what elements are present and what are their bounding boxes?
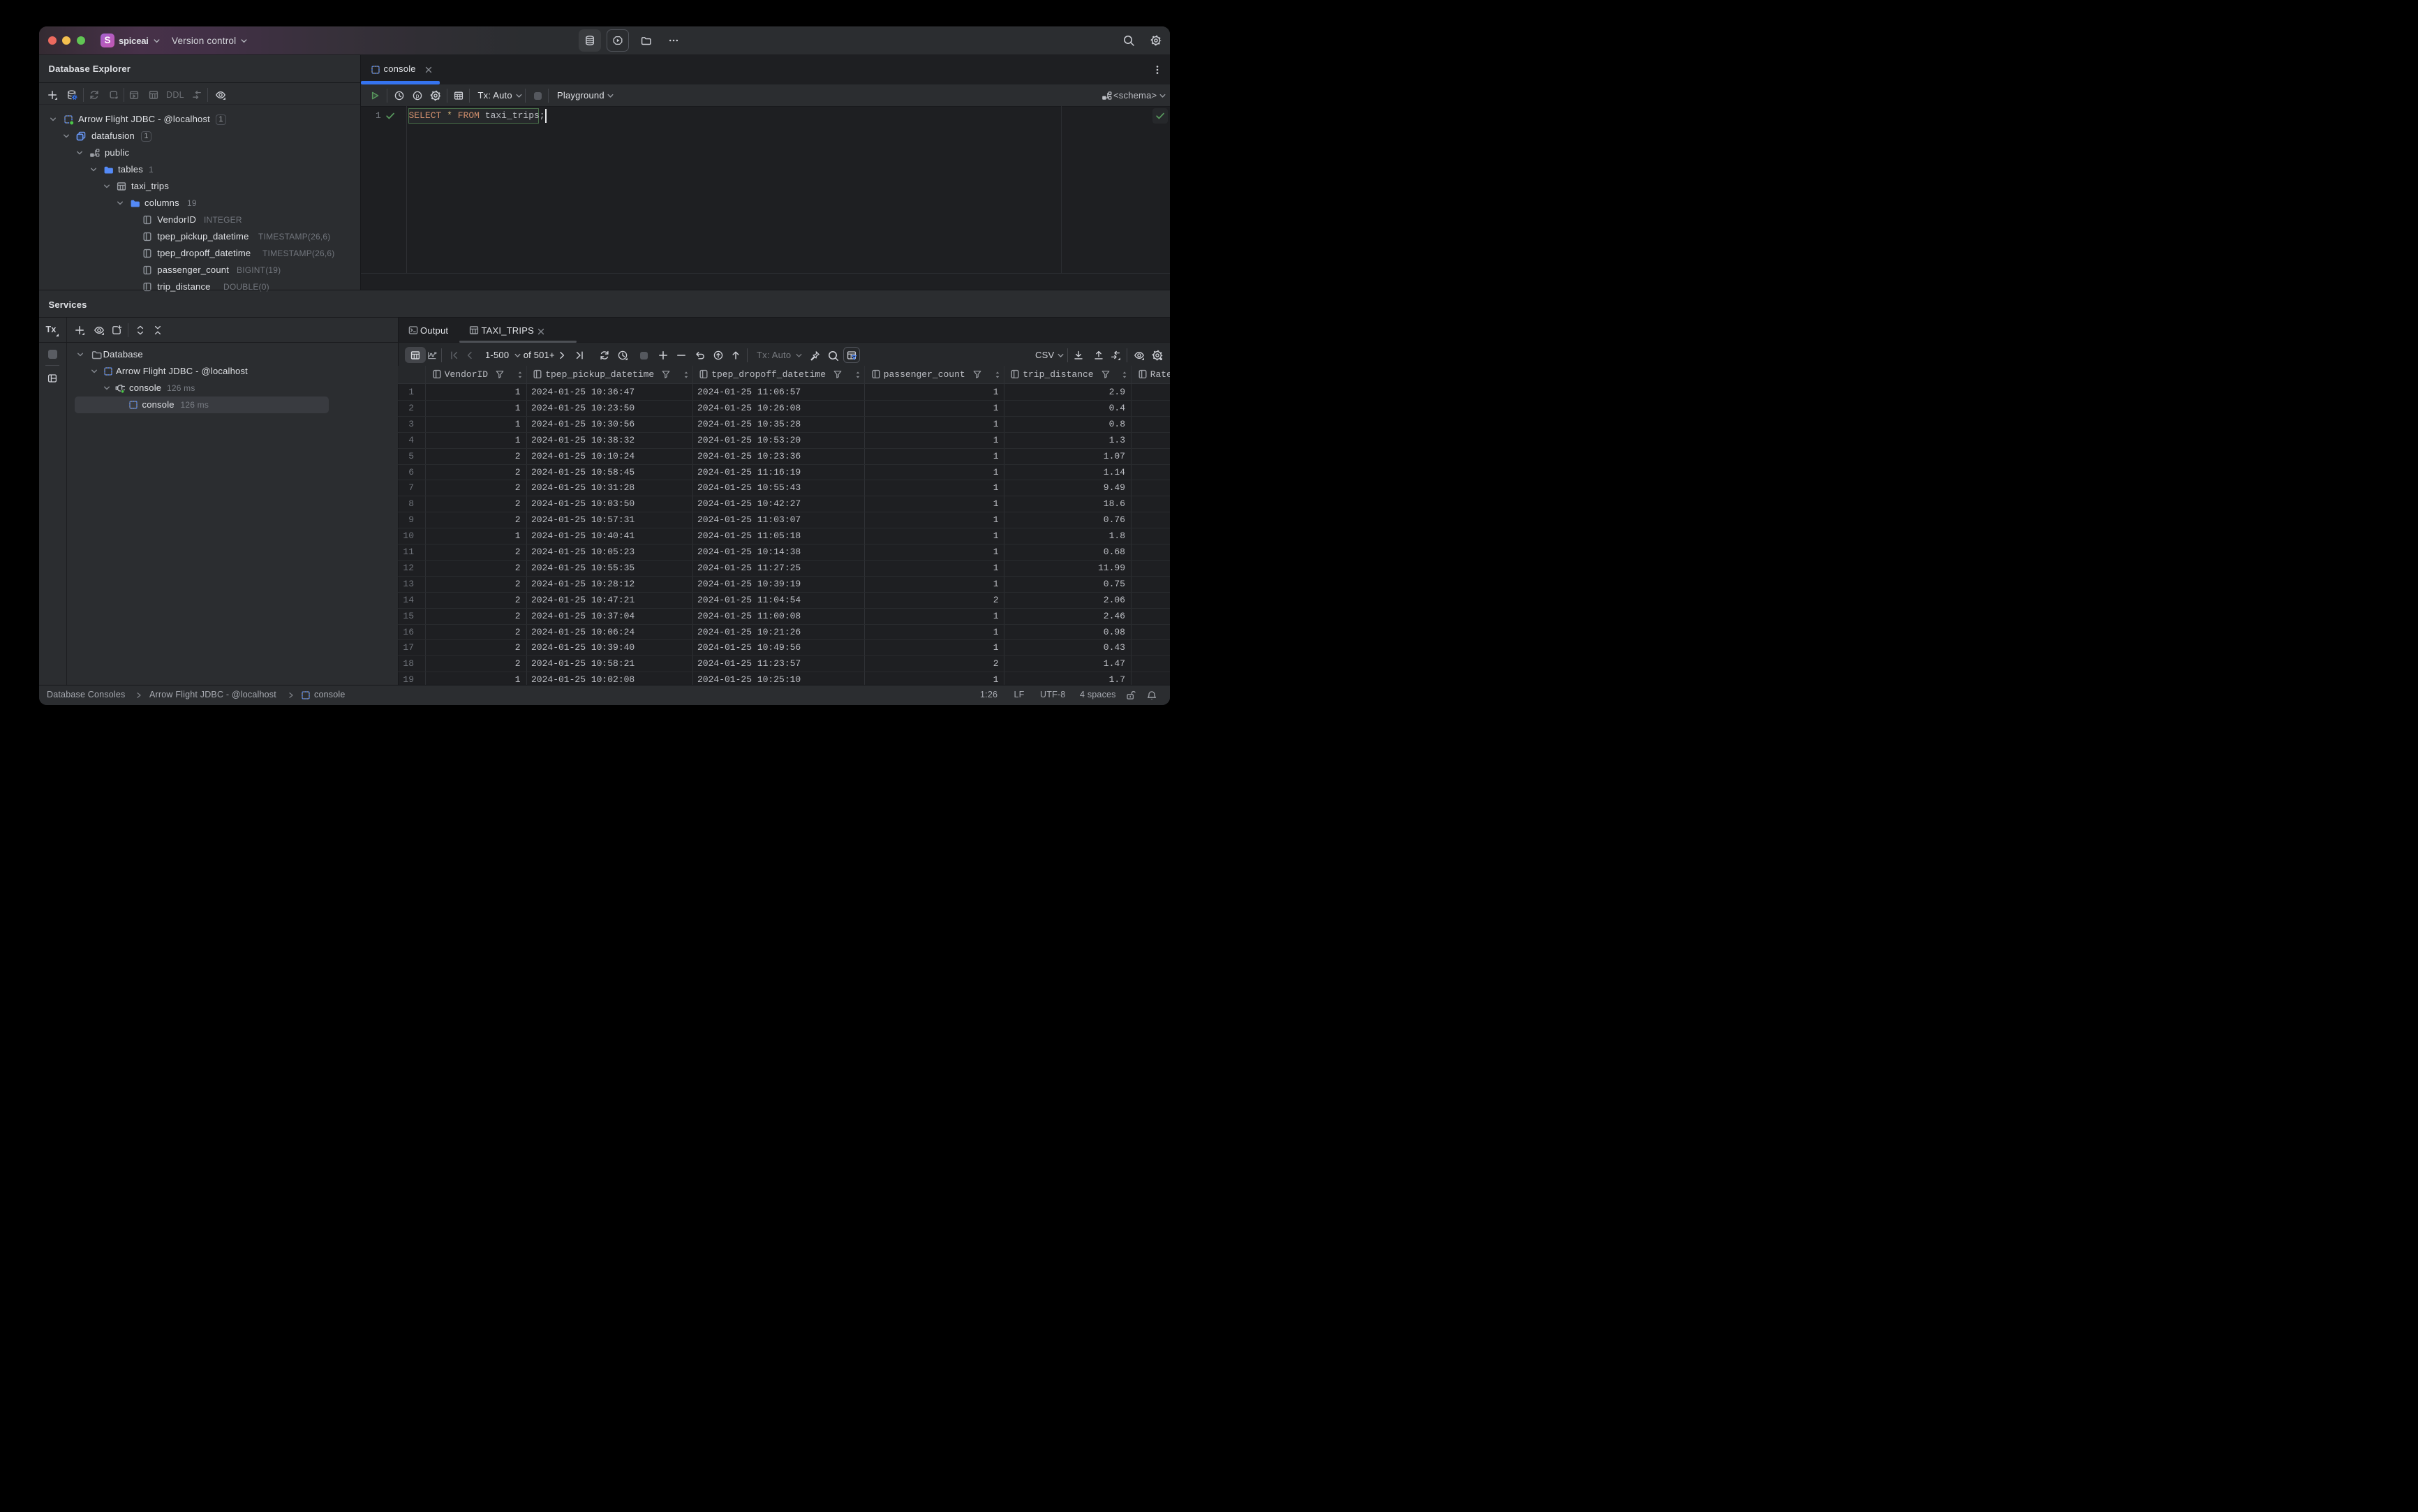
svg-text:p: p bbox=[416, 92, 420, 99]
